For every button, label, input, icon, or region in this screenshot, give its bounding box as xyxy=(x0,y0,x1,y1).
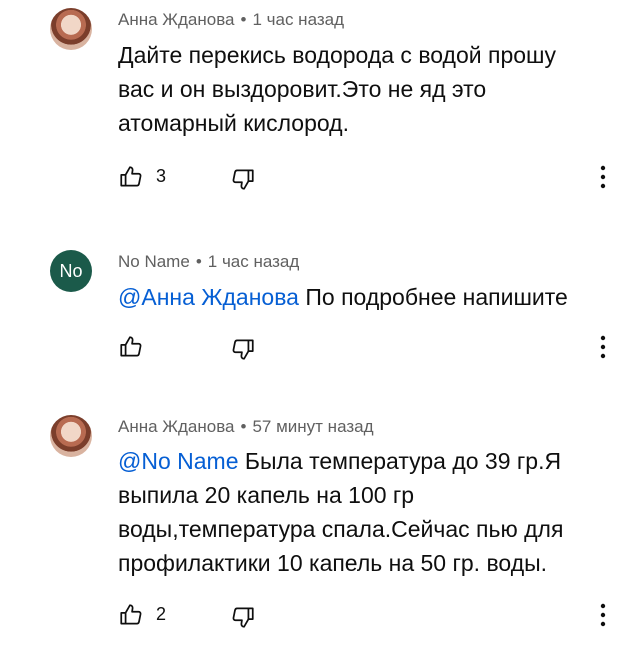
comment-meta: Анна Жданова • 1 час назад xyxy=(118,10,344,30)
more-vertical-icon xyxy=(600,603,606,627)
author-name[interactable]: Анна Жданова xyxy=(118,10,235,29)
author-avatar[interactable] xyxy=(50,415,92,457)
comment-text-line: атомарный кислород. xyxy=(118,110,349,136)
comment-text-first-line: @No Name Была температура до 39 гр.Я xyxy=(118,444,588,478)
comment-actions: 3 xyxy=(118,164,608,192)
comment-meta: Анна Жданова • 57 минут назад xyxy=(118,417,374,437)
comment-text-line: Была температура до 39 гр.Я xyxy=(244,448,562,474)
more-button[interactable] xyxy=(598,332,608,362)
mention-link[interactable]: @Анна Жданова xyxy=(118,284,299,310)
more-button[interactable] xyxy=(598,162,608,192)
comment-text-line: Дайте перекись водорода с водой прошу xyxy=(118,42,556,68)
comment-text: Дайте перекись водорода с водой прошу ва… xyxy=(118,38,588,140)
dislike-button[interactable] xyxy=(230,604,256,630)
author-name[interactable]: Анна Жданова xyxy=(118,417,235,436)
comment-actions: 2 xyxy=(118,602,608,630)
mention-link[interactable]: @No Name xyxy=(118,448,239,474)
comment-text-line: вас и он выздоровит.Это не яд это xyxy=(118,76,487,102)
meta-separator: • xyxy=(240,10,247,29)
avatar-letter: No xyxy=(59,261,83,281)
comment-time[interactable]: 1 час назад xyxy=(208,252,300,271)
like-count: 2 xyxy=(156,604,167,624)
more-button[interactable] xyxy=(598,600,608,630)
comment-text-line: выпила 20 капель на 100 гр xyxy=(118,482,415,508)
comment-meta: No Name • 1 час назад xyxy=(118,252,299,272)
like-count: 3 xyxy=(156,166,167,186)
thumbs-up-icon xyxy=(120,336,142,357)
comment-text-line: воды,температура спала.Сейчас пью для xyxy=(118,516,564,542)
comment-text: @Анна Жданова По подробнее напишите xyxy=(118,280,588,314)
thumbs-up-icon xyxy=(120,604,142,625)
thumbs-down-icon xyxy=(232,169,254,190)
like-button[interactable] xyxy=(118,602,144,628)
thumbs-up-icon xyxy=(120,166,142,187)
meta-separator: • xyxy=(240,417,247,436)
author-name[interactable]: No Name xyxy=(118,252,190,271)
author-avatar[interactable] xyxy=(50,8,92,50)
author-avatar[interactable]: No xyxy=(50,250,92,292)
like-button[interactable] xyxy=(118,164,144,190)
thumbs-down-icon xyxy=(232,607,254,628)
comment-text-line: профилактики 10 капель на 50 гр. воды. xyxy=(118,550,548,576)
dislike-button[interactable] xyxy=(230,166,256,192)
thumbs-down-icon xyxy=(232,339,254,360)
like-button[interactable] xyxy=(118,334,144,360)
dislike-button[interactable] xyxy=(230,336,256,362)
comment-time[interactable]: 57 минут назад xyxy=(252,417,373,436)
comment-text-line: По подробнее напишите xyxy=(305,284,568,310)
more-vertical-icon xyxy=(600,165,606,189)
meta-separator: • xyxy=(195,252,202,271)
comment-time[interactable]: 1 час назад xyxy=(252,10,344,29)
comment-text: @No Name Была температура до 39 гр.Я вып… xyxy=(118,444,588,580)
more-vertical-icon xyxy=(600,335,606,359)
comment-actions xyxy=(118,334,608,362)
